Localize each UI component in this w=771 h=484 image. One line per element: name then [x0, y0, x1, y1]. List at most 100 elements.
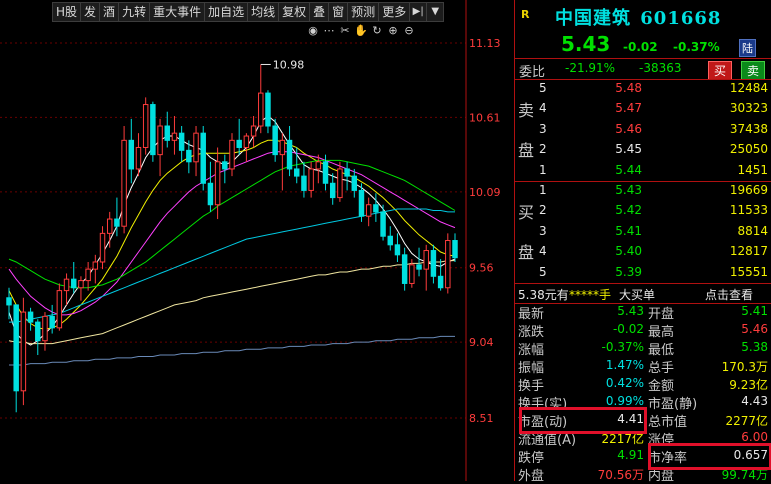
stat-value: 5.38: [741, 340, 768, 354]
stat-label: 最新: [518, 307, 545, 322]
toolbar-btn-11[interactable]: 更多: [378, 2, 411, 22]
stat-value: -0.37%: [601, 340, 644, 354]
stat-label: 振幅: [518, 361, 545, 376]
candle-body: [286, 139, 293, 170]
candle-body: [171, 132, 178, 141]
candle-body: [229, 139, 235, 170]
candle-body: [452, 240, 458, 259]
level-volume: 19669: [729, 183, 768, 197]
candle-body: [200, 132, 206, 184]
high-annotation: 10.98: [273, 58, 305, 71]
candle-body: [142, 104, 149, 148]
toolbar-btn-3[interactable]: 九转: [118, 2, 151, 22]
stat-label: 总市值: [648, 415, 688, 430]
dots-icon[interactable]: ⋯: [322, 24, 336, 38]
weibi-pct: -21.91%: [565, 61, 616, 75]
stat-value: 9.23亿: [729, 378, 768, 392]
candle-body: [78, 280, 84, 289]
toolbar-btn-4[interactable]: 重大事件: [149, 2, 206, 22]
candle-body: [6, 297, 12, 306]
stat-value: 5.46: [741, 322, 768, 336]
zoom-out-icon[interactable]: ⊖: [402, 24, 416, 38]
toolbar-btn-2[interactable]: 酒: [99, 2, 120, 22]
toolbar-btn-1[interactable]: 发: [80, 2, 101, 22]
stat-label: 市盈(静): [648, 397, 698, 412]
moving-average-line: [8, 159, 456, 289]
candle-body: [222, 161, 228, 170]
level-number: 2: [539, 203, 547, 218]
order-book-row[interactable]: 1 5.44 1451: [515, 161, 771, 181]
toolbar-btn-6[interactable]: 均线: [247, 2, 280, 22]
order-book-row[interactable]: 2 5.45 25050: [515, 140, 771, 160]
stat-label: 外盘: [518, 469, 545, 484]
stats-row: 振幅 1.47% 总手 170.3万: [515, 357, 771, 376]
candle-body: [243, 135, 250, 148]
candle-body: [13, 304, 19, 392]
level-price: 5.40: [615, 244, 642, 259]
level-price: 5.41: [615, 223, 642, 238]
sell-side-label: 盘: [518, 141, 535, 160]
level-number: 1: [539, 183, 547, 197]
toolbar-btn-0[interactable]: H股: [52, 2, 82, 22]
toolbar-btn-10[interactable]: 预测: [347, 2, 380, 22]
candle-body: [394, 244, 401, 256]
stat-label: 涨幅: [518, 343, 545, 358]
candle-body: [358, 189, 365, 217]
candle-body: [92, 261, 99, 270]
stat-value: 6.00: [741, 430, 768, 444]
level-volume: 12817: [729, 244, 768, 259]
order-book-row[interactable]: 3 5.46 37438: [515, 120, 771, 140]
collapse-arrow-icon[interactable]: ▶|: [409, 2, 428, 22]
buy-button[interactable]: 买: [708, 61, 733, 80]
candle-body: [301, 175, 307, 191]
level-volume: 8814: [737, 223, 768, 238]
refresh-icon[interactable]: ↻: [370, 24, 384, 38]
kline-chart-area[interactable]: 11.13 10.61 10.09 9.56 9.04 8.51 10.98 H股发酒九转重…: [0, 0, 514, 481]
candle-body: [42, 315, 48, 342]
stat-value: 70.56万: [597, 468, 644, 482]
order-book-row[interactable]: 5 5.39 15551: [515, 263, 771, 283]
toolbar-btn-8[interactable]: 叠: [309, 2, 330, 22]
chart-toolbar: H股发酒九转 重大事件 加自选 均线 复权叠窗预测 更多 ▶| ▼: [52, 2, 445, 22]
scissors-icon[interactable]: ✂: [338, 24, 352, 38]
candle-body: [437, 275, 444, 289]
kline-chart[interactable]: 11.13 10.61 10.09 9.56 9.04 8.51 10.98: [0, 0, 514, 481]
order-book-row[interactable]: 2 5.42 11533: [515, 201, 771, 221]
candle-body: [445, 240, 451, 289]
candle-body: [272, 125, 278, 156]
level-volume: 37438: [729, 121, 768, 136]
candle-body: [258, 92, 264, 127]
level-price: 5.43: [615, 183, 642, 197]
candle-body: [250, 125, 257, 137]
stat-value: 0.42%: [605, 376, 644, 390]
level-volume: 30323: [729, 101, 768, 116]
candle-body: [71, 278, 77, 289]
candle-body: [20, 311, 27, 392]
dropdown-arrow-icon[interactable]: ▼: [426, 2, 445, 22]
order-book-row[interactable]: 1 5.43 19669: [515, 181, 771, 201]
eye-icon[interactable]: ◉: [306, 24, 320, 38]
toolbar-btn-5[interactable]: 加自选: [204, 2, 249, 22]
zoom-in-icon[interactable]: ⊕: [386, 24, 400, 38]
y-tick-label: 11.13: [469, 37, 501, 50]
toolbar-btn-9[interactable]: 窗: [328, 2, 349, 22]
order-book-row[interactable]: 5 5.48 12484: [515, 79, 771, 99]
view-big-order-link[interactable]: 点击查看: [705, 286, 753, 303]
order-book-row[interactable]: 3 5.41 8814: [515, 222, 771, 242]
stat-value: 0.99%: [605, 394, 644, 408]
candle-body: [236, 139, 242, 148]
toolbar-btn-7[interactable]: 复权: [278, 2, 311, 22]
candle-body: [409, 264, 415, 284]
candle-body: [114, 218, 120, 227]
candle-body: [294, 168, 300, 177]
level-volume: 12484: [729, 81, 768, 95]
level-volume: 1451: [737, 162, 768, 177]
order-book-row[interactable]: 4 5.47 30323: [515, 99, 771, 119]
r-badge: R: [521, 8, 530, 21]
stats-row: 涨跌 -0.02 最高 5.46: [515, 321, 771, 340]
hand-icon[interactable]: ✋: [354, 24, 368, 38]
stats-row: 换手 0.42% 金额 9.23亿: [515, 375, 771, 394]
sell-button[interactable]: 卖: [741, 61, 766, 80]
candle-body: [373, 204, 379, 213]
order-book-row[interactable]: 4 5.40 12817: [515, 242, 771, 262]
